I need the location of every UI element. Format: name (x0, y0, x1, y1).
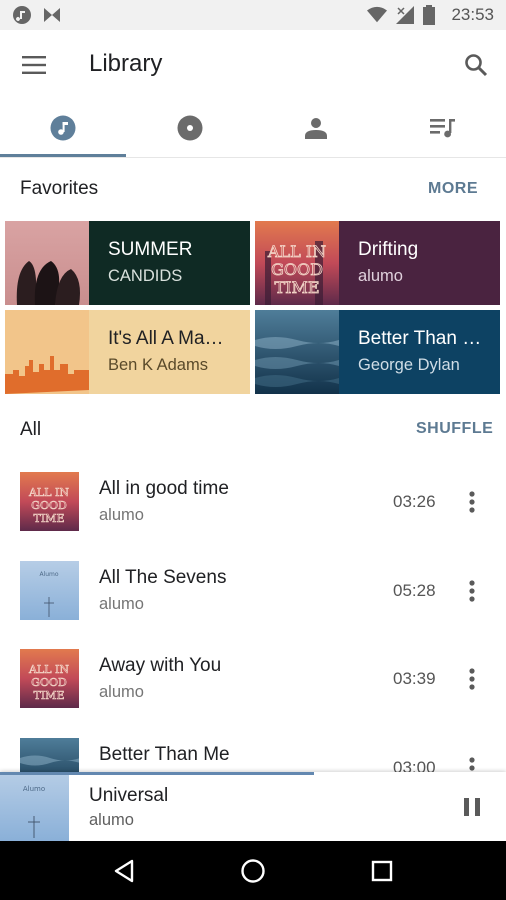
song-art: ALL IN GOOD TIME (20, 649, 79, 708)
favorite-title: Drifting (358, 239, 419, 260)
tabs-divider (0, 157, 506, 158)
favorite-title: SUMMER (108, 239, 193, 260)
shuffle-button[interactable]: SHUFFLE (416, 420, 493, 438)
album-art (5, 221, 89, 305)
svg-text:TIME: TIME (274, 278, 319, 297)
recents-button[interactable] (362, 851, 402, 891)
battery-icon (423, 5, 443, 25)
svg-text:ALL IN: ALL IN (267, 242, 326, 261)
pause-icon (464, 798, 480, 816)
status-time: 23:53 (451, 5, 494, 24)
song-title: Away with You (99, 655, 222, 676)
more-vert-icon (469, 668, 475, 690)
svg-text:TIME: TIME (34, 689, 65, 702)
song-artist: alumo (99, 683, 144, 701)
status-bar: 23:53 (0, 0, 506, 30)
song-title: Better Than Me (99, 744, 230, 765)
more-options-button[interactable] (462, 575, 482, 607)
favorite-subtitle: Ben K Adams (108, 356, 208, 374)
favorites-title: Favorites (20, 178, 99, 199)
favorite-card[interactable]: Better Than … George Dylan (255, 310, 500, 394)
tab-playlists[interactable] (380, 100, 506, 156)
music-note-icon (12, 5, 32, 25)
playback-progress-fill (0, 772, 314, 775)
song-art: ALL IN GOOD TIME (20, 472, 79, 531)
album-art (255, 310, 339, 394)
svg-text:TIME: TIME (34, 512, 65, 525)
all-title: All (20, 419, 42, 440)
svg-text:Alumo: Alumo (23, 785, 45, 793)
app-notification-icon (42, 5, 62, 25)
song-duration: 05:28 (393, 581, 436, 600)
album-icon (177, 115, 203, 141)
svg-text:GOOD: GOOD (271, 260, 323, 279)
tab-artists[interactable] (253, 100, 380, 156)
song-art: Alumo (20, 561, 79, 620)
album-art (5, 310, 89, 394)
home-icon (241, 858, 265, 883)
person-icon (305, 118, 328, 139)
more-vert-icon (469, 580, 475, 602)
tab-songs[interactable] (0, 100, 127, 156)
more-button[interactable]: MORE (428, 180, 478, 198)
music-note-icon (50, 115, 76, 141)
svg-text:ALL IN: ALL IN (28, 663, 69, 676)
song-artist: alumo (99, 506, 144, 524)
now-playing-artist: alumo (89, 811, 134, 829)
menu-button[interactable] (18, 50, 50, 80)
favorite-title: It's All A Ma… (108, 328, 224, 349)
search-icon (465, 54, 488, 77)
menu-icon (22, 56, 46, 74)
song-row[interactable]: ALL IN GOOD TIME Away with You alumo 03:… (0, 649, 506, 737)
svg-text:GOOD: GOOD (31, 499, 67, 512)
more-options-button[interactable] (462, 663, 482, 695)
svg-text:ALL IN: ALL IN (28, 486, 69, 499)
favorite-subtitle: alumo (358, 267, 403, 285)
back-icon (115, 859, 134, 882)
playback-progress[interactable] (0, 772, 506, 775)
signal-icon (395, 5, 415, 25)
recents-icon (371, 860, 392, 881)
song-row[interactable]: Alumo All The Sevens alumo 05:28 (0, 561, 506, 649)
favorite-title: Better Than … (358, 328, 482, 349)
song-title: All in good time (99, 478, 229, 499)
back-button[interactable] (104, 851, 144, 891)
song-row[interactable]: ALL IN GOOD TIME All in good time alumo … (0, 472, 506, 560)
song-duration: 03:26 (393, 492, 436, 511)
search-button[interactable] (460, 49, 492, 81)
now-playing-title: Universal (89, 785, 169, 806)
home-button[interactable] (233, 851, 273, 891)
tab-bar (0, 100, 506, 158)
song-duration: 03:39 (393, 669, 436, 688)
favorite-card[interactable]: SUMMER CANDIDS (5, 221, 250, 305)
now-playing-bar[interactable]: Alumo Universal alumo (0, 772, 506, 841)
favorite-card[interactable]: It's All A Ma… Ben K Adams (5, 310, 250, 394)
wifi-icon (367, 5, 388, 25)
song-artist: alumo (99, 595, 144, 613)
favorite-card[interactable]: ALL IN GOOD TIME Drifting alumo (255, 221, 500, 305)
system-nav-bar (0, 841, 506, 900)
more-options-button[interactable] (462, 486, 482, 518)
tab-albums[interactable] (127, 100, 254, 156)
song-title: All The Sevens (99, 567, 227, 588)
more-vert-icon (469, 491, 475, 513)
favorite-subtitle: George Dylan (358, 356, 460, 374)
playlist-icon (429, 119, 455, 138)
now-playing-art: Alumo (0, 772, 69, 841)
svg-text:Alumo: Alumo (39, 571, 58, 578)
album-art: ALL IN GOOD TIME (255, 221, 339, 305)
favorite-subtitle: CANDIDS (108, 267, 183, 285)
pause-button[interactable] (457, 792, 487, 822)
app-bar: Library (0, 30, 506, 100)
page-title: Library (89, 50, 163, 77)
svg-text:GOOD: GOOD (31, 676, 67, 689)
